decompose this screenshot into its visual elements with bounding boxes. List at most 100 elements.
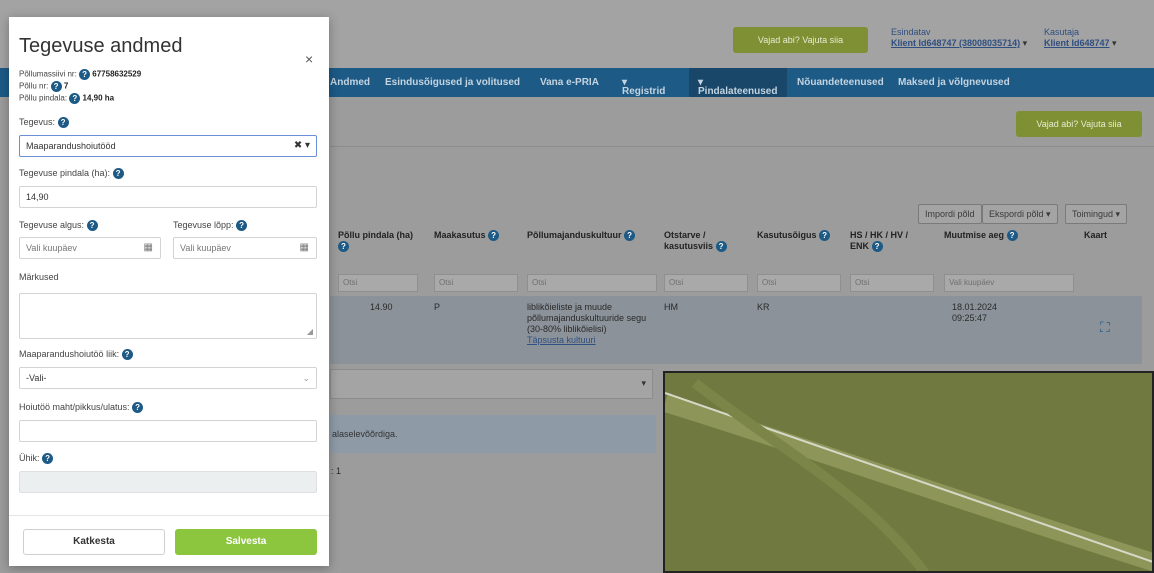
- representative-info[interactable]: Esindatav Klient Id648747 (38008035714) …: [891, 27, 1027, 49]
- help-icon[interactable]: ?: [715, 241, 727, 253]
- column-header-crop[interactable]: Põllumajanduskultuur ?: [527, 230, 636, 242]
- unit-label-row: Ühik: ?: [19, 453, 54, 465]
- filter-select-right[interactable]: Otsi: [757, 274, 841, 292]
- cancel-button[interactable]: Katkesta: [23, 529, 165, 555]
- help-icon[interactable]: ?: [871, 241, 883, 253]
- nav-item-nouandeteenused[interactable]: Nõuandeteenused: [797, 77, 884, 88]
- end-label-row: Tegevuse lõpp: ?: [173, 220, 248, 232]
- nav-item-pindalateenused[interactable]: Pindalateenused ▾: [698, 77, 777, 97]
- start-label-row: Tegevuse algus: ?: [19, 220, 98, 232]
- help-icon[interactable]: ?: [86, 220, 98, 232]
- divider: [330, 146, 1154, 147]
- column-header-land-use[interactable]: Maakasutus ?: [434, 230, 500, 242]
- column-header-area[interactable]: Põllu pindala (ha) ?: [338, 230, 418, 253]
- fields-table: Põllu pindala (ha) ? Maakasutus ? Põllum…: [330, 226, 1142, 364]
- cell-land-use: P: [434, 302, 441, 312]
- activity-label-row: Tegevus: ?: [19, 117, 69, 129]
- field-register-info: Põllumassiivi nr: ? 67758632529: [19, 69, 141, 80]
- chevron-down-icon: ▾: [1112, 38, 1117, 48]
- modified-date: 18.01.2024: [952, 302, 998, 312]
- info-message: alaselevõõrdiga.: [330, 415, 656, 453]
- clear-icon[interactable]: ✖ ▾: [294, 136, 310, 156]
- help-icon[interactable]: ?: [121, 349, 133, 361]
- end-label: Tegevuse lõpp:: [173, 220, 234, 230]
- crop-text: liblikõieliste ja muude põllumajanduskul…: [527, 302, 647, 334]
- filter-select-hs[interactable]: Otsi: [850, 274, 934, 292]
- column-header-right-of-use-label: Kasutusõigus: [757, 230, 817, 240]
- volume-label-row: Hoiutöö maht/pikkus/ulatus: ?: [19, 402, 144, 414]
- help-icon[interactable]: ?: [338, 241, 349, 253]
- field-number-value: 7: [63, 81, 69, 91]
- map-pin-icon[interactable]: ⛶: [1100, 320, 1110, 334]
- field-number-info: Põllu nr: ? 7: [19, 81, 68, 92]
- calendar-icon[interactable]: ▦: [144, 238, 153, 258]
- user-name[interactable]: Klient Id648747: [1044, 38, 1110, 48]
- column-header-hs[interactable]: HS / HK / HV / ENK ?: [850, 230, 910, 253]
- nav-item-maksed[interactable]: Maksed ja võlgnevused: [898, 77, 1010, 88]
- help-icon[interactable]: ?: [488, 230, 500, 242]
- help-icon[interactable]: ?: [50, 81, 62, 92]
- modified-time: 09:25:47: [952, 313, 988, 323]
- close-icon[interactable]: ×: [305, 51, 313, 67]
- user-info[interactable]: Kasutaja Klient Id648747 ▾: [1044, 27, 1117, 49]
- modal-footer-divider: [9, 515, 329, 516]
- volume-input[interactable]: [19, 420, 317, 442]
- work-type-value: -Vali-: [26, 373, 47, 383]
- representative-name[interactable]: Klient Id648747 (38008035714): [891, 38, 1020, 48]
- filter-input-area[interactable]: Otsi: [338, 274, 418, 292]
- field-area-info: Põllu pindala: ? 14,90 ha: [19, 93, 114, 104]
- help-icon[interactable]: ?: [132, 402, 144, 414]
- resize-handle-icon[interactable]: ◢: [307, 327, 313, 336]
- field-number-label: Põllu nr:: [19, 81, 49, 91]
- activity-select-value: Maaparandushoiutööd: [26, 141, 116, 151]
- nav-item-esindusoigused[interactable]: Esindusõigused ja volitused: [385, 77, 520, 88]
- activity-select[interactable]: Maaparandushoiutööd ✖ ▾: [19, 135, 317, 157]
- nav-item-andmed[interactable]: Andmed: [330, 77, 370, 88]
- map-view[interactable]: [663, 371, 1154, 573]
- start-date-input[interactable]: Vali kuupäev ▦: [19, 237, 161, 259]
- notes-textarea[interactable]: ◢: [19, 293, 317, 339]
- actions-button[interactable]: Toimingud ▾: [1065, 204, 1128, 224]
- map-image: [665, 373, 1152, 571]
- help-icon[interactable]: ?: [624, 230, 636, 242]
- help-icon[interactable]: ?: [69, 93, 81, 104]
- column-header-right-of-use[interactable]: Kasutusõigus ?: [757, 230, 831, 242]
- nav-item-registrid[interactable]: Registrid ▾: [622, 77, 665, 97]
- volume-label: Hoiutöö maht/pikkus/ulatus:: [19, 402, 130, 412]
- unit-input: [19, 471, 317, 493]
- work-type-select[interactable]: -Vali- ⌄: [19, 367, 317, 389]
- activity-label: Tegevus:: [19, 117, 56, 127]
- filter-select-crop[interactable]: Otsi: [527, 274, 657, 292]
- table-row[interactable]: 14.90 P liblikõieliste ja muude põllumaj…: [330, 296, 1142, 364]
- help-icon[interactable]: ?: [42, 453, 54, 465]
- column-header-modified[interactable]: Muutmise aeg ?: [944, 230, 1018, 242]
- help-icon[interactable]: ?: [57, 117, 69, 129]
- help-button-secondary[interactable]: Vajad abi? Vajuta siia: [1016, 111, 1142, 137]
- cell-area: 14.90: [370, 302, 393, 312]
- help-icon[interactable]: ?: [79, 69, 91, 80]
- filter-select-purpose[interactable]: Otsi: [664, 274, 748, 292]
- activity-area-input[interactable]: 14,90: [19, 186, 317, 208]
- column-header-crop-label: Põllumajanduskultuur: [527, 230, 622, 240]
- help-icon[interactable]: ?: [112, 168, 124, 180]
- filter-select-land-use[interactable]: Otsi: [434, 274, 518, 292]
- help-icon[interactable]: ?: [1006, 230, 1018, 242]
- crop-specify-link[interactable]: Täpsusta kultuuri: [527, 335, 657, 346]
- help-icon[interactable]: ?: [819, 230, 831, 242]
- column-header-purpose[interactable]: Otstarve / kasutusviis ?: [664, 230, 734, 253]
- import-field-button[interactable]: Impordi põld: [918, 204, 982, 224]
- export-field-button[interactable]: Ekspordi põld ▾: [982, 204, 1058, 224]
- activity-area-label: Tegevuse pindala (ha):: [19, 168, 111, 178]
- end-date-input[interactable]: Vali kuupäev ▦: [173, 237, 317, 259]
- help-icon[interactable]: ?: [236, 220, 248, 232]
- help-button[interactable]: Vajad abi? Vajuta siia: [733, 27, 868, 53]
- save-button[interactable]: Salvesta: [175, 529, 317, 555]
- nav-item-vana-epria[interactable]: Vana e-PRIA: [540, 77, 599, 88]
- chevron-down-icon: ▾: [641, 378, 646, 388]
- notes-label: Märkused: [19, 272, 59, 282]
- start-label: Tegevuse algus:: [19, 220, 85, 230]
- calendar-icon[interactable]: ▦: [300, 238, 309, 258]
- expand-select[interactable]: ▾: [330, 369, 653, 399]
- filter-date-modified[interactable]: Vali kuupäev: [944, 274, 1074, 292]
- cell-crop: liblikõieliste ja muude põllumajanduskul…: [527, 302, 657, 346]
